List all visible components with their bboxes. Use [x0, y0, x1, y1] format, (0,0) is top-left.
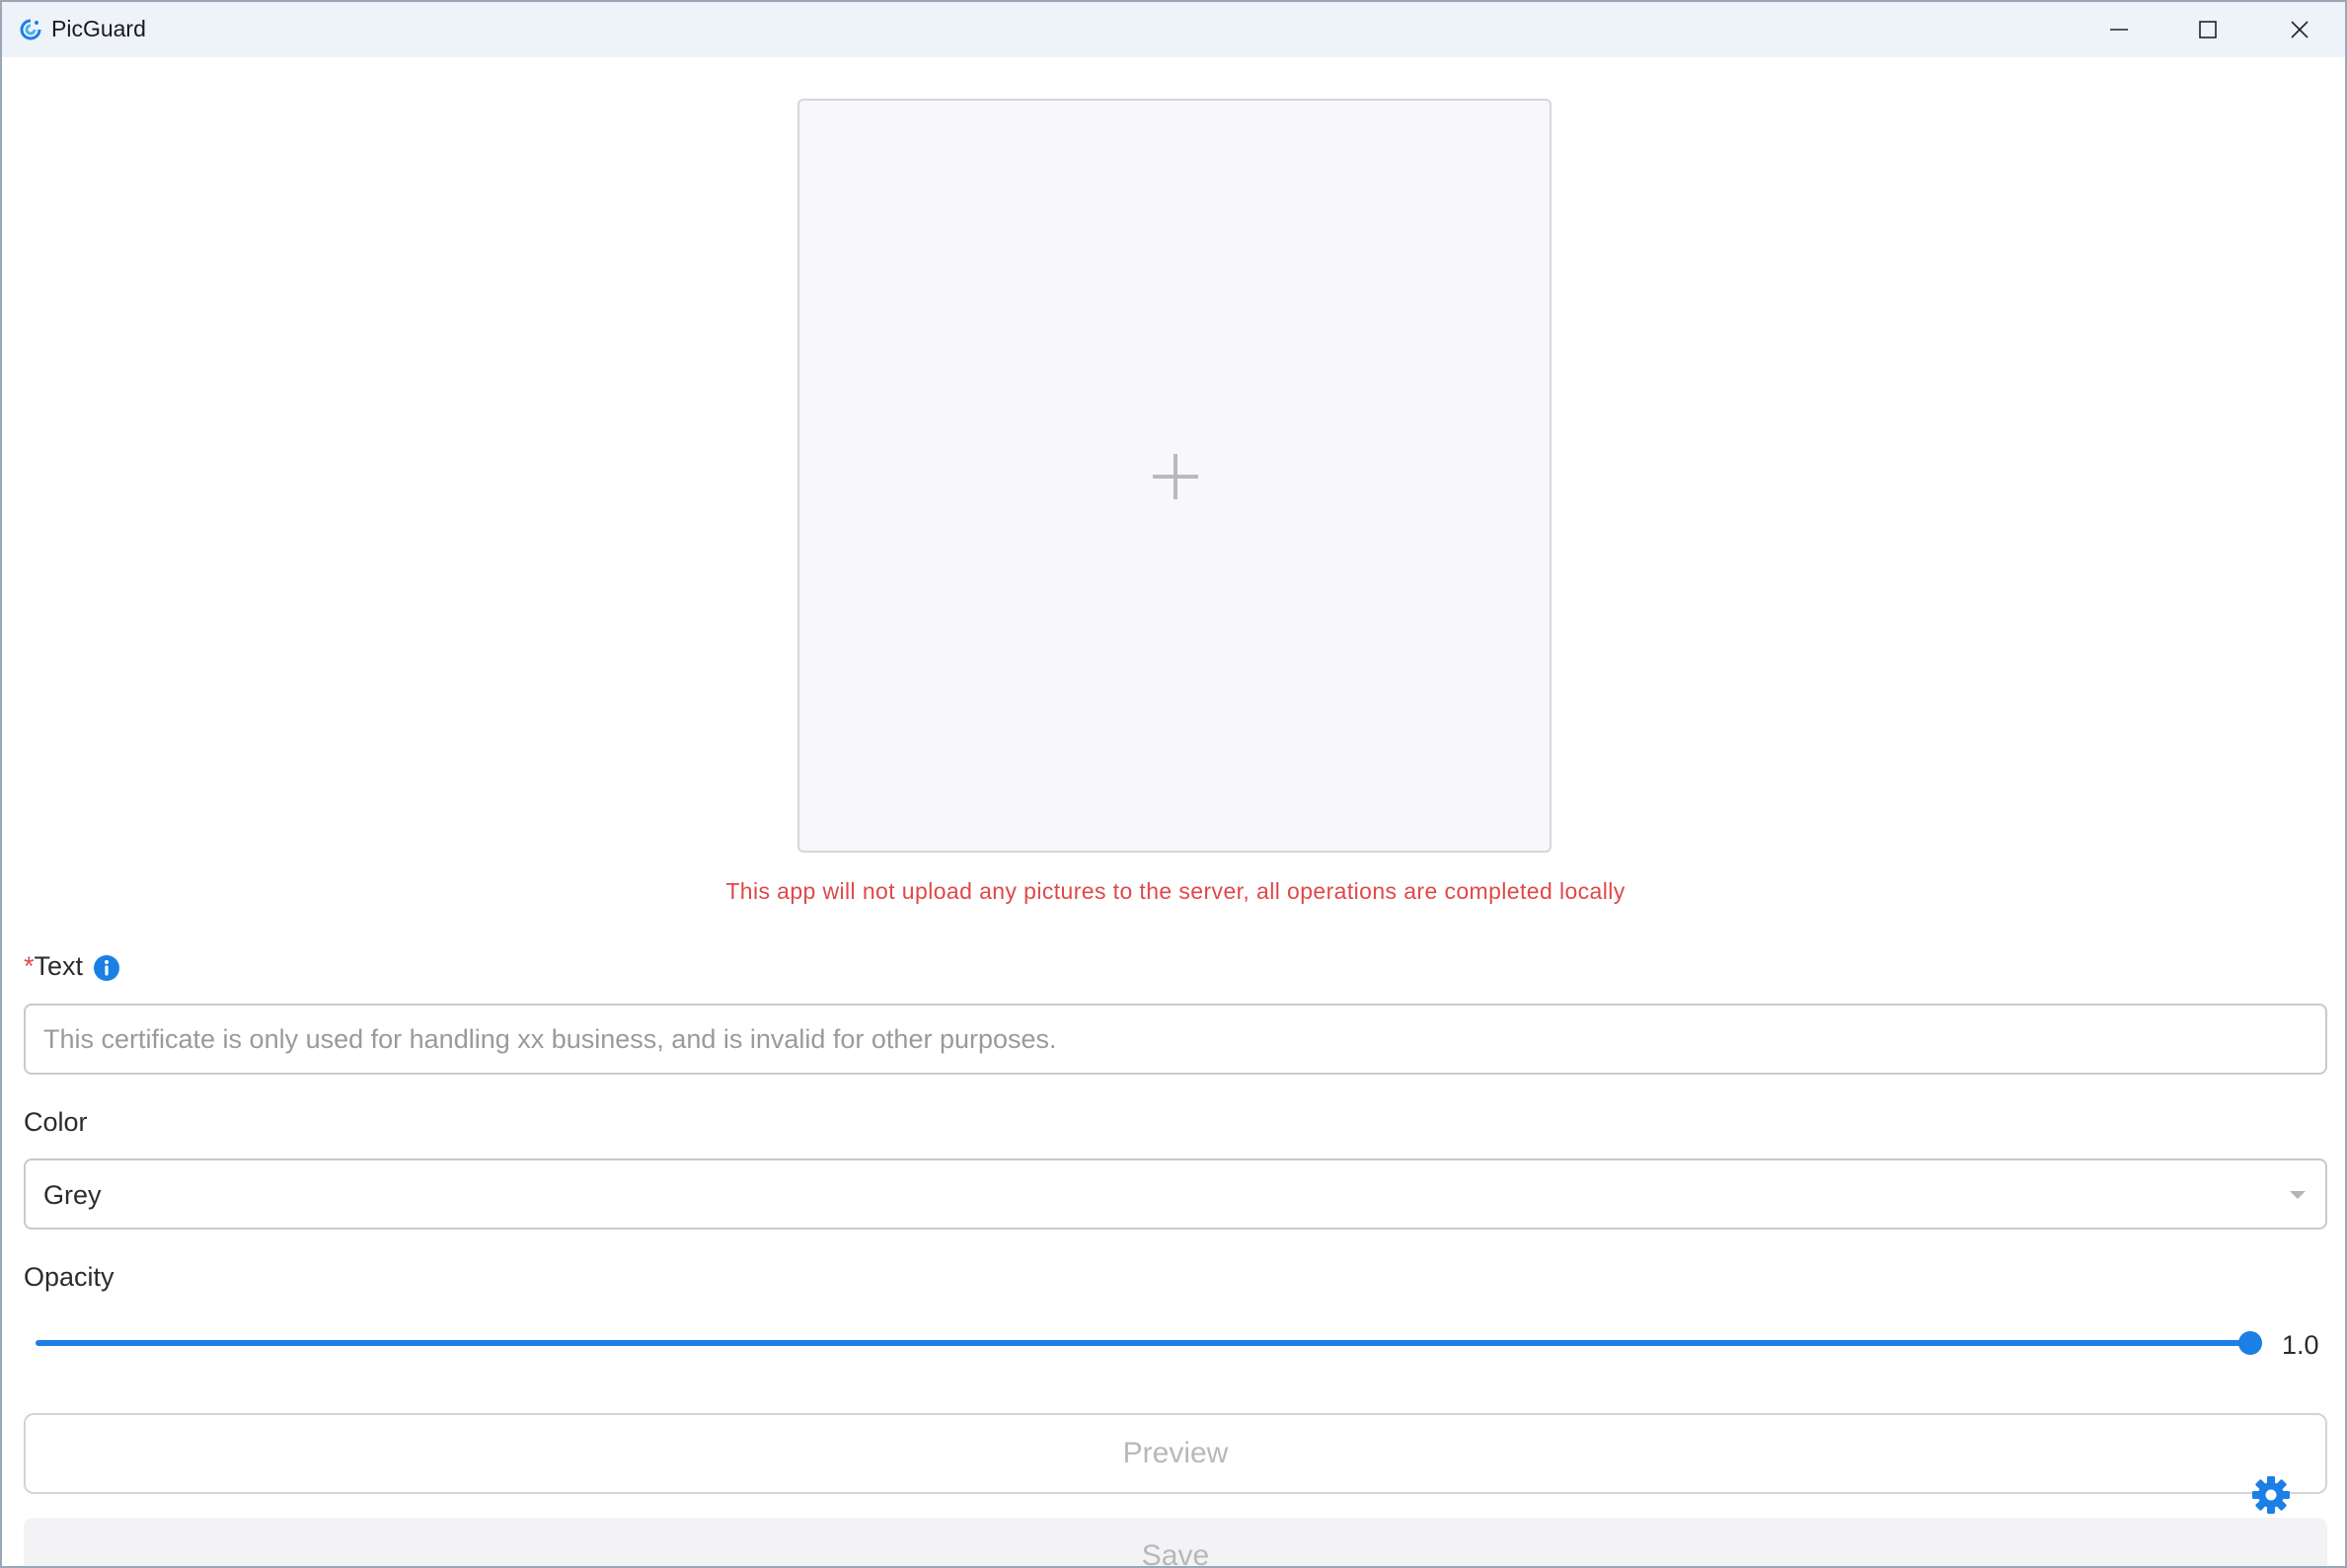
privacy-notice: This app will not upload any pictures to… — [725, 878, 1626, 904]
text-label: Text — [34, 951, 84, 981]
close-button[interactable] — [2255, 2, 2344, 57]
text-field-label: *Text — [24, 951, 83, 982]
color-selected-value: Grey — [43, 1180, 102, 1210]
window-title: PicGuard — [51, 16, 146, 41]
opacity-slider-handle[interactable] — [2238, 1331, 2262, 1355]
image-upload-area[interactable] — [797, 99, 1552, 853]
app-window: PicGuard This app will not upload any pi… — [0, 0, 2347, 1568]
opacity-slider-fill — [36, 1340, 2250, 1346]
color-label: Color — [24, 1107, 88, 1137]
watermark-text-input[interactable] — [24, 1004, 2327, 1075]
preview-button[interactable]: Preview — [24, 1413, 2327, 1494]
close-icon — [2291, 21, 2309, 38]
opacity-value: 1.0 — [2282, 1330, 2319, 1360]
plus-icon — [1153, 454, 1198, 499]
info-icon[interactable] — [93, 954, 120, 982]
gear-icon[interactable] — [2250, 1474, 2292, 1516]
minimize-button[interactable] — [2075, 2, 2163, 57]
color-select[interactable]: Grey — [24, 1158, 2327, 1230]
opacity-slider[interactable] — [36, 1331, 2262, 1355]
minimize-icon — [2110, 29, 2128, 31]
save-button[interactable]: Save — [24, 1518, 2327, 1566]
title-bar[interactable]: PicGuard — [2, 2, 2345, 57]
required-mark: * — [24, 951, 35, 981]
maximize-button[interactable] — [2163, 2, 2252, 57]
maximize-icon — [2199, 21, 2217, 38]
opacity-label: Opacity — [24, 1262, 114, 1292]
app-logo-icon — [20, 19, 41, 40]
chevron-down-icon — [2290, 1191, 2306, 1199]
